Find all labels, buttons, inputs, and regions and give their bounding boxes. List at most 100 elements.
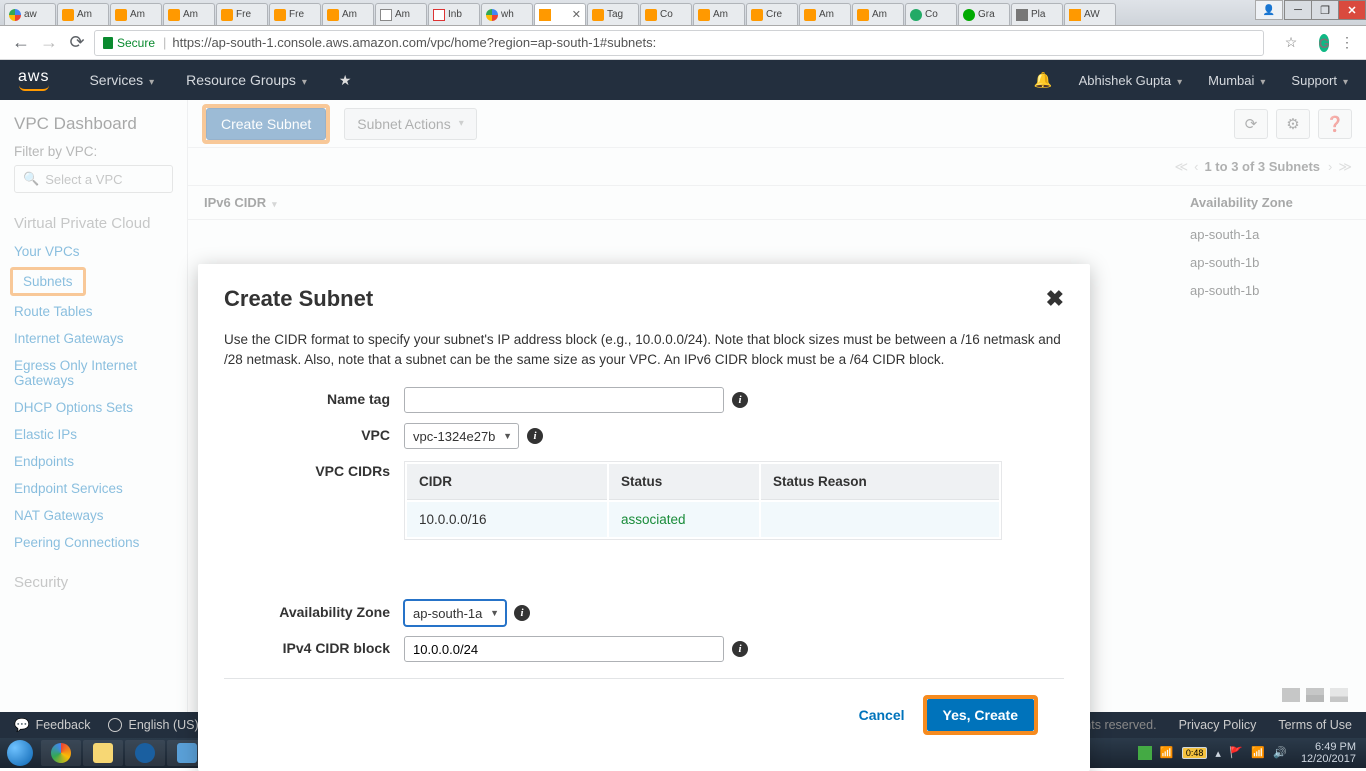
pager-next-icon[interactable]: ›	[1328, 159, 1330, 174]
modal-close-button[interactable]: ✖	[1046, 286, 1064, 312]
browser-tab[interactable]: Am	[110, 3, 162, 25]
taskbar-app[interactable]	[125, 740, 165, 766]
signal-icon[interactable]: 📶	[1251, 746, 1265, 760]
browser-tab[interactable]: Co	[905, 3, 957, 25]
browser-tab[interactable]: Cre	[746, 3, 798, 25]
browser-tab[interactable]: Am	[799, 3, 851, 25]
language-selector[interactable]: English (US)	[108, 718, 198, 732]
terms-of-use-link[interactable]: Terms of Use	[1278, 718, 1352, 732]
wifi-icon[interactable]: 📶	[1160, 746, 1174, 760]
services-menu[interactable]: Services▾	[89, 72, 154, 88]
notifications-icon[interactable]: 🔔	[1034, 71, 1053, 89]
browser-tab[interactable]: Am	[163, 3, 215, 25]
refresh-button[interactable]: ⟳	[1234, 109, 1268, 139]
sidebar-item-elastic-ips[interactable]: Elastic IPs	[0, 421, 187, 448]
sidebar-item-peering[interactable]: Peering Connections	[0, 529, 187, 556]
clock[interactable]: 6:49 PM 12/20/2017	[1301, 741, 1356, 765]
star-bookmark-icon[interactable]: ☆	[1282, 34, 1300, 52]
taskbar-explorer[interactable]	[83, 740, 123, 766]
close-window-button[interactable]: ✕	[1338, 0, 1366, 20]
create-subnet-button[interactable]: Create Subnet	[206, 108, 326, 140]
browser-tab[interactable]: Am	[322, 3, 374, 25]
maximize-button[interactable]: ❐	[1311, 0, 1339, 20]
support-menu[interactable]: Support▾	[1291, 73, 1348, 88]
aws-logo[interactable]: aws	[18, 69, 49, 91]
view-full-icon[interactable]	[1282, 688, 1300, 702]
pager-last-icon[interactable]: ≫	[1338, 159, 1350, 175]
sidebar-item-internet-gateways[interactable]: Internet Gateways	[0, 325, 187, 352]
browser-tab-active[interactable]: ✕	[534, 3, 586, 25]
table-row[interactable]: ap-south-1a	[188, 220, 1366, 248]
grammarly-extension-icon[interactable]: G	[1310, 34, 1328, 52]
cancel-button[interactable]: Cancel	[859, 707, 905, 723]
sidebar-item-dhcp[interactable]: DHCP Options Sets	[0, 394, 187, 421]
sidebar-item-route-tables[interactable]: Route Tables	[0, 298, 187, 325]
info-icon[interactable]: i	[514, 605, 530, 621]
info-icon[interactable]: i	[732, 392, 748, 408]
back-button[interactable]: ←	[10, 32, 32, 54]
network-icon[interactable]	[1138, 746, 1152, 760]
privacy-policy-link[interactable]: Privacy Policy	[1179, 718, 1257, 732]
pager-first-icon[interactable]: ≪	[1175, 159, 1187, 175]
battery-icon[interactable]: 0:48	[1182, 747, 1208, 759]
sidebar-item-nat-gateways[interactable]: NAT Gateways	[0, 502, 187, 529]
col-availability-zone[interactable]: Availability Zone	[1190, 195, 1350, 210]
vpc-dashboard-link[interactable]: VPC Dashboard	[0, 114, 187, 144]
ipv4-cidr-input[interactable]	[404, 636, 724, 662]
minimize-button[interactable]: ─	[1284, 0, 1312, 20]
flag-icon[interactable]: 🚩	[1229, 746, 1243, 760]
view-bottom-icon[interactable]	[1330, 688, 1348, 702]
browser-tab[interactable]: Am	[57, 3, 109, 25]
subnet-actions-button[interactable]: Subnet Actions▾	[344, 108, 476, 140]
sidebar-item-endpoint-services[interactable]: Endpoint Services	[0, 475, 187, 502]
browser-tab[interactable]: AW	[1064, 3, 1116, 25]
pin-icon[interactable]: ★	[339, 72, 352, 89]
browser-tab[interactable]: Fre	[216, 3, 268, 25]
site-icon	[1016, 9, 1028, 21]
browser-tab[interactable]: Gra	[958, 3, 1010, 25]
sidebar-item-endpoints[interactable]: Endpoints	[0, 448, 187, 475]
sidebar-item-your-vpcs[interactable]: Your VPCs	[0, 238, 187, 265]
close-tab-icon[interactable]: ✕	[572, 8, 581, 21]
browser-tab[interactable]: Am	[852, 3, 904, 25]
browser-tab[interactable]: Inb	[428, 3, 480, 25]
sidebar-item-egress-gateways[interactable]: Egress Only Internet Gateways	[0, 352, 187, 394]
forward-button[interactable]: →	[38, 32, 60, 54]
feedback-link[interactable]: 💬 Feedback	[14, 718, 90, 733]
reload-button[interactable]: ⟳	[66, 32, 88, 54]
browser-tab[interactable]: aw	[4, 3, 56, 25]
start-button[interactable]	[0, 738, 40, 768]
url-input[interactable]: Secure | https://ap-south-1.console.aws.…	[94, 30, 1264, 56]
speaker-icon[interactable]: 🔊	[1273, 746, 1287, 760]
vpc-select[interactable]: vpc-1324e27b	[404, 423, 519, 449]
browser-tab[interactable]: wh	[481, 3, 533, 25]
create-subnet-modal: Create Subnet ✖ Use the CIDR format to s…	[198, 264, 1090, 771]
info-icon[interactable]: i	[527, 428, 543, 444]
pager-prev-icon[interactable]: ‹	[1194, 159, 1196, 174]
tray-expand-icon[interactable]: ▴	[1215, 747, 1221, 760]
browser-tab[interactable]: Am	[375, 3, 427, 25]
settings-gear-button[interactable]: ⚙	[1276, 109, 1310, 139]
browser-tab[interactable]: Co	[640, 3, 692, 25]
availability-zone-select[interactable]: ap-south-1a	[404, 600, 506, 626]
browser-tab[interactable]: Tag	[587, 3, 639, 25]
view-split-icon[interactable]	[1306, 688, 1324, 702]
chrome-menu-icon[interactable]: ⋮	[1338, 34, 1356, 52]
name-tag-input[interactable]	[404, 387, 724, 413]
browser-tab[interactable]: Pla	[1011, 3, 1063, 25]
resource-groups-menu[interactable]: Resource Groups▾	[186, 72, 307, 88]
col-ipv6-cidr[interactable]: IPv6 CIDR▾	[204, 195, 1190, 210]
region-menu[interactable]: Mumbai▾	[1208, 73, 1265, 88]
help-button[interactable]: ❓	[1318, 109, 1352, 139]
info-icon[interactable]: i	[732, 641, 748, 657]
browser-tab[interactable]: Am	[693, 3, 745, 25]
aws-icon	[751, 9, 763, 21]
sidebar-item-subnets[interactable]: Subnets	[10, 267, 86, 296]
chrome-profile-icon[interactable]: 👤	[1255, 0, 1283, 20]
yes-create-button[interactable]: Yes, Create	[927, 699, 1035, 731]
taskbar-chrome[interactable]	[41, 740, 81, 766]
browser-tab[interactable]: Fre	[269, 3, 321, 25]
label-availability-zone: Availability Zone	[224, 600, 404, 620]
account-menu[interactable]: Abhishek Gupta▾	[1079, 73, 1183, 88]
vpc-filter-select[interactable]: 🔍Select a VPC	[14, 165, 173, 193]
